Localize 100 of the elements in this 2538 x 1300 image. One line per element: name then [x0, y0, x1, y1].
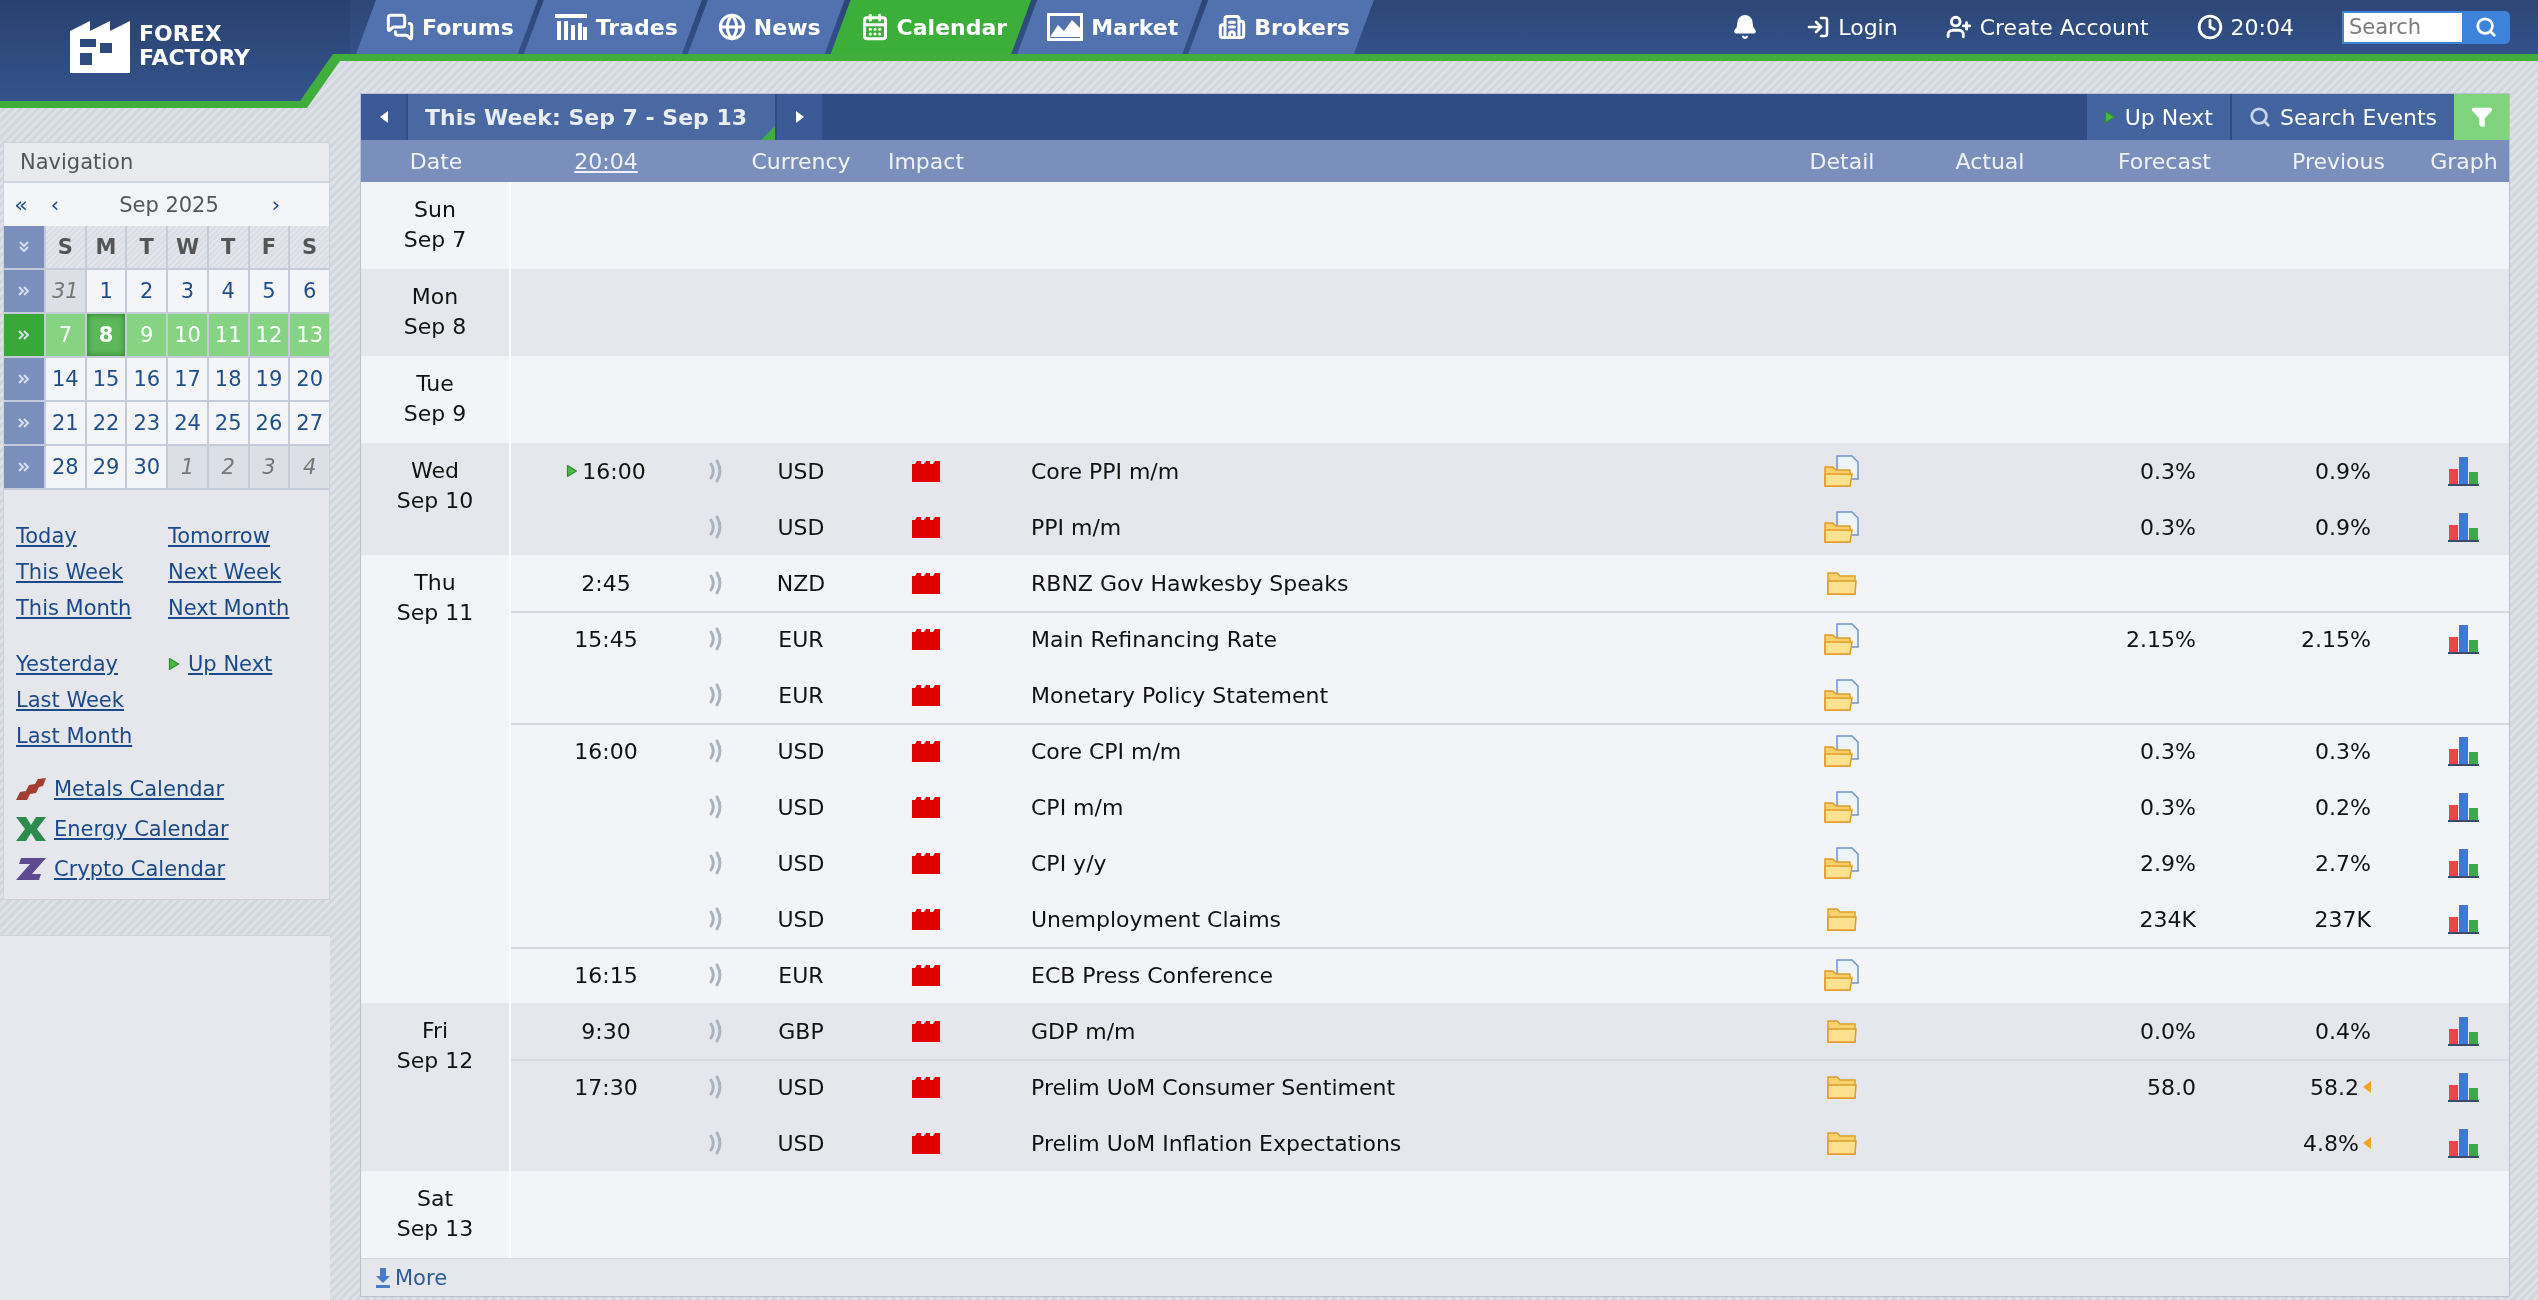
calendar-day[interactable]: 17 [168, 358, 207, 400]
bar-chart-icon[interactable] [2448, 904, 2480, 934]
week-select-button[interactable] [4, 358, 44, 400]
calendar-day[interactable]: 25 [208, 402, 248, 444]
bar-chart-icon[interactable] [2448, 624, 2480, 654]
sound-waves-icon[interactable] [709, 795, 723, 819]
week-select-button[interactable] [4, 402, 44, 444]
folder-icon[interactable] [1827, 1019, 1857, 1043]
folder-icon[interactable] [1827, 1075, 1857, 1099]
double-back-button[interactable]: « [10, 192, 32, 217]
folder-document-icon[interactable] [1824, 679, 1860, 711]
week-select-button[interactable] [4, 314, 44, 356]
calendar-day[interactable]: 29 [86, 446, 126, 488]
notifications-button[interactable] [1732, 14, 1759, 40]
folder-document-icon[interactable] [1824, 791, 1860, 823]
filter-button[interactable] [2454, 94, 2509, 140]
week-select-button[interactable] [4, 446, 44, 488]
calendar-day[interactable]: 16 [127, 358, 167, 400]
calendar-day[interactable]: 19 [249, 358, 289, 400]
calendar-day[interactable]: 21 [46, 402, 85, 444]
sound-waves-icon[interactable] [709, 739, 723, 763]
folder-icon[interactable] [1827, 571, 1857, 595]
sound-waves-icon[interactable] [709, 515, 723, 539]
nav-tab[interactable]: News [687, 0, 845, 54]
calendar-day[interactable]: 18 [208, 358, 248, 400]
calendar-day[interactable]: 22 [86, 402, 126, 444]
sound-waves-icon[interactable] [709, 571, 723, 595]
bar-chart-icon[interactable] [2448, 792, 2480, 822]
calendar-day[interactable]: 26 [249, 402, 289, 444]
sound-waves-icon[interactable] [709, 1131, 723, 1155]
calendar-day[interactable]: 15 [86, 358, 126, 400]
search-events-button[interactable]: Search Events [2229, 94, 2454, 140]
bar-chart-icon[interactable] [2448, 1072, 2480, 1102]
sound-waves-icon[interactable] [709, 683, 723, 707]
bar-chart-icon[interactable] [2448, 848, 2480, 878]
calendar-day[interactable]: 2 [127, 270, 167, 312]
folder-document-icon[interactable] [1824, 623, 1860, 655]
nav-tab[interactable]: Forums [356, 0, 538, 54]
sidebar-link[interactable]: Last Month [16, 724, 133, 748]
calendar-day[interactable]: 14 [46, 358, 85, 400]
sidebar-link[interactable]: Yesterday [16, 652, 118, 676]
folder-document-icon[interactable] [1824, 735, 1860, 767]
day-date: Sep 12 [396, 1047, 474, 1075]
calendar-day[interactable]: 6 [290, 270, 329, 312]
sound-waves-icon[interactable] [709, 907, 723, 931]
nav-tab[interactable]: Trades [523, 0, 702, 54]
next-week-button[interactable] [777, 94, 822, 140]
sound-waves-icon[interactable] [709, 627, 723, 651]
folder-document-icon[interactable] [1824, 959, 1860, 991]
calendar-day[interactable]: 24 [168, 402, 207, 444]
folder-document-icon[interactable] [1824, 847, 1860, 879]
sidebar-link[interactable]: Last Week [16, 688, 124, 712]
sidebar-link[interactable]: Next Week [168, 560, 282, 584]
sound-waves-icon[interactable] [709, 1019, 723, 1043]
previous-week-button[interactable] [361, 94, 406, 140]
double-chevron-right-icon [18, 329, 30, 341]
calendar-day[interactable]: 27 [290, 402, 329, 444]
week-select-button[interactable] [4, 270, 44, 312]
folder-icon[interactable] [1827, 907, 1857, 931]
folder-document-icon[interactable] [1824, 455, 1860, 487]
sidebar-link[interactable]: Today [16, 524, 77, 548]
search-field[interactable]: Search [2342, 10, 2462, 44]
nav-tab[interactable]: Brokers [1188, 0, 1374, 54]
sidebar-link[interactable]: Tomorrow [168, 524, 270, 548]
calendar-day[interactable]: 20 [290, 358, 329, 400]
calendar-day[interactable]: 4 [208, 270, 248, 312]
sidebar-link[interactable]: This Month [16, 596, 132, 620]
search-button[interactable] [2462, 10, 2510, 44]
up-next-button[interactable]: Up Next [2084, 94, 2230, 140]
sidebar-link[interactable]: Next Month [168, 596, 290, 620]
bar-chart-icon[interactable] [2448, 1016, 2480, 1046]
login-link[interactable]: Login [1806, 14, 1898, 40]
calendar-day[interactable]: 23 [127, 402, 167, 444]
sound-waves-icon[interactable] [709, 1075, 723, 1099]
nav-tab[interactable]: Market [1017, 0, 1203, 54]
back-button[interactable]: ‹ [46, 192, 64, 217]
calendar-day[interactable]: 30 [127, 446, 167, 488]
calendar-link[interactable]: Energy Calendar [16, 817, 229, 841]
bar-chart-icon[interactable] [2448, 456, 2480, 486]
sound-waves-icon[interactable] [709, 963, 723, 987]
create-account-link[interactable]: Create Account [1945, 14, 2149, 40]
sound-waves-icon[interactable] [709, 851, 723, 875]
folder-icon[interactable] [1827, 1131, 1857, 1155]
week-toggle-button[interactable] [4, 226, 44, 268]
calendar-link[interactable]: Metals Calendar [16, 777, 225, 801]
bar-chart-icon[interactable] [2448, 512, 2480, 542]
calendar-day[interactable]: 1 [86, 270, 126, 312]
calendar-day[interactable]: 3 [168, 270, 207, 312]
bar-chart-icon[interactable] [2448, 736, 2480, 766]
folder-document-icon[interactable] [1824, 511, 1860, 543]
event-time: 2:45 [581, 570, 631, 596]
sidebar-link[interactable]: This Week [16, 560, 124, 584]
bar-chart-icon[interactable] [2448, 1128, 2480, 1158]
more-link[interactable]: More [375, 1265, 448, 1290]
sound-waves-icon[interactable] [709, 459, 723, 483]
calendar-day[interactable]: 28 [46, 446, 85, 488]
forward-button[interactable]: › [267, 192, 285, 217]
calendar-day[interactable]: 5 [249, 270, 289, 312]
sidebar-link[interactable]: Up Next [168, 652, 273, 676]
calendar-link[interactable]: Crypto Calendar [16, 857, 226, 881]
